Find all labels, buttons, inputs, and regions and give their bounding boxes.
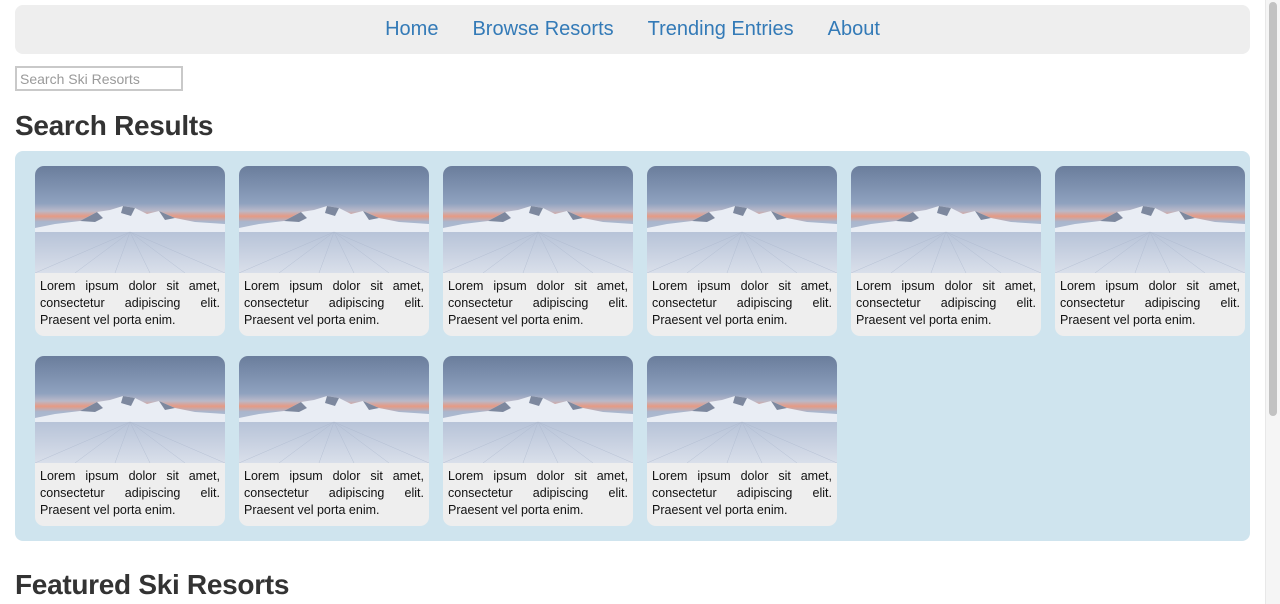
resort-card[interactable]: Lorem ipsum dolor sit amet, consectetur …: [443, 166, 633, 336]
resort-card[interactable]: Lorem ipsum dolor sit amet, consectetur …: [35, 166, 225, 336]
resort-card-description: Lorem ipsum dolor sit amet, consectetur …: [448, 469, 628, 517]
resort-card[interactable]: Lorem ipsum dolor sit amet, consectetur …: [647, 356, 837, 526]
resort-thumbnail-image[interactable]: [35, 356, 225, 463]
page: Home Browse Resorts Trending Entries Abo…: [0, 0, 1280, 604]
resort-thumbnail-image[interactable]: [239, 166, 429, 273]
nav-home-link[interactable]: Home: [368, 5, 455, 54]
resort-card-description: Lorem ipsum dolor sit amet, consectetur …: [40, 279, 220, 327]
resort-card[interactable]: Lorem ipsum dolor sit amet, consectetur …: [1055, 166, 1245, 336]
page-scrollbar[interactable]: [1265, 0, 1280, 604]
resort-card-description: Lorem ipsum dolor sit amet, consectetur …: [652, 469, 832, 517]
resort-card-description: Lorem ipsum dolor sit amet, consectetur …: [856, 279, 1036, 327]
resort-card[interactable]: Lorem ipsum dolor sit amet, consectetur …: [35, 356, 225, 526]
resort-thumbnail-image[interactable]: [647, 356, 837, 463]
scrollbar-thumb[interactable]: [1269, 2, 1277, 416]
resort-card[interactable]: Lorem ipsum dolor sit amet, consectetur …: [239, 166, 429, 336]
results-grid: Lorem ipsum dolor sit amet, consectetur …: [35, 166, 1245, 526]
featured-resorts-heading: Featured Ski Resorts: [15, 569, 290, 600]
resort-card-description: Lorem ipsum dolor sit amet, consectetur …: [244, 469, 424, 517]
resort-thumbnail-image[interactable]: [1055, 166, 1245, 273]
resort-thumbnail-image[interactable]: [443, 356, 633, 463]
resort-thumbnail-image[interactable]: [443, 166, 633, 273]
resort-card[interactable]: Lorem ipsum dolor sit amet, consectetur …: [443, 356, 633, 526]
resort-thumbnail-image[interactable]: [35, 166, 225, 273]
resort-card-description: Lorem ipsum dolor sit amet, consectetur …: [652, 279, 832, 327]
resort-card[interactable]: Lorem ipsum dolor sit amet, consectetur …: [647, 166, 837, 336]
resort-card-description: Lorem ipsum dolor sit amet, consectetur …: [1060, 279, 1240, 327]
search-resorts-input[interactable]: [15, 66, 183, 91]
resort-thumbnail-image[interactable]: [647, 166, 837, 273]
resort-card[interactable]: Lorem ipsum dolor sit amet, consectetur …: [239, 356, 429, 526]
nav-trending-entries-link[interactable]: Trending Entries: [631, 5, 811, 54]
search-results-heading: Search Results: [15, 110, 214, 141]
top-navbar: Home Browse Resorts Trending Entries Abo…: [15, 5, 1250, 54]
resort-card-description: Lorem ipsum dolor sit amet, consectetur …: [448, 279, 628, 327]
nav-browse-resorts-link[interactable]: Browse Resorts: [455, 5, 630, 54]
resort-card-description: Lorem ipsum dolor sit amet, consectetur …: [40, 469, 220, 517]
resort-thumbnail-image[interactable]: [239, 356, 429, 463]
resort-card-description: Lorem ipsum dolor sit amet, consectetur …: [244, 279, 424, 327]
resort-thumbnail-image[interactable]: [851, 166, 1041, 273]
nav-about-link[interactable]: About: [811, 5, 897, 54]
resort-card[interactable]: Lorem ipsum dolor sit amet, consectetur …: [851, 166, 1041, 336]
search-results-panel: Lorem ipsum dolor sit amet, consectetur …: [15, 151, 1250, 541]
